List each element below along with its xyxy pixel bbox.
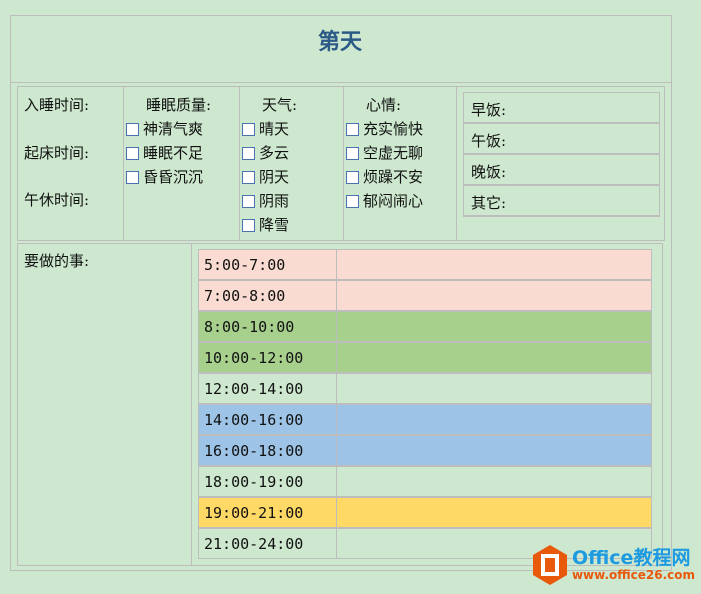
schedule-row[interactable]: 10:00-12:00 xyxy=(198,342,652,373)
weather-label: 天气: xyxy=(262,96,298,114)
meal-row[interactable]: 晚饭: xyxy=(463,154,660,185)
quality-options: 神清气爽睡眠不足昏昏沉沉 xyxy=(126,117,203,189)
weather-option[interactable]: 多云 xyxy=(242,141,289,165)
cell-divider xyxy=(336,405,337,434)
option-label: 昏昏沉沉 xyxy=(143,168,204,186)
weather-option[interactable]: 降雪 xyxy=(242,213,289,237)
mood-option[interactable]: 郁闷闹心 xyxy=(346,189,423,213)
waketime-label: 起床时间: xyxy=(24,144,90,162)
option-label: 阴天 xyxy=(259,168,290,186)
option-label: 神清气爽 xyxy=(143,120,204,138)
todo-label: 要做的事: xyxy=(24,252,90,270)
checkbox[interactable] xyxy=(242,219,255,232)
mood-option[interactable]: 空虚无聊 xyxy=(346,141,423,165)
cell-divider xyxy=(336,312,337,341)
cell-divider xyxy=(336,498,337,527)
option-label: 降雪 xyxy=(259,216,290,234)
watermark: Office教程网 www.office26.com xyxy=(532,544,695,586)
option-label: 郁闷闹心 xyxy=(363,192,424,210)
checkbox[interactable] xyxy=(242,147,255,160)
mood-option[interactable]: 烦躁不安 xyxy=(346,165,423,189)
meal-row[interactable]: 午饭: xyxy=(463,123,660,154)
option-label: 多云 xyxy=(259,144,290,162)
option-label: 晴天 xyxy=(259,120,290,138)
schedule-row[interactable]: 12:00-14:00 xyxy=(198,373,652,404)
checkbox[interactable] xyxy=(126,147,139,160)
time-slot: 12:00-14:00 xyxy=(204,380,304,398)
checkbox[interactable] xyxy=(346,123,359,136)
time-slot: 5:00-7:00 xyxy=(204,256,286,274)
cell-divider xyxy=(336,250,337,279)
page-title: 第天 xyxy=(318,29,363,55)
meal-label: 午饭: xyxy=(471,132,507,150)
option-label: 阴雨 xyxy=(259,192,290,210)
weather-option[interactable]: 阴雨 xyxy=(242,189,289,213)
option-label: 充实愉快 xyxy=(363,120,424,138)
checkbox[interactable] xyxy=(242,195,255,208)
quality-label: 睡眠质量: xyxy=(146,96,212,114)
time-slot: 18:00-19:00 xyxy=(204,473,304,491)
office-logo-icon xyxy=(532,545,567,585)
meal-label: 晚饭: xyxy=(471,163,507,181)
quality-option[interactable]: 睡眠不足 xyxy=(126,141,203,165)
mood-option[interactable]: 充实愉快 xyxy=(346,117,423,141)
cell-divider xyxy=(336,436,337,465)
schedule-row[interactable]: 18:00-19:00 xyxy=(198,466,652,497)
time-slot: 19:00-21:00 xyxy=(204,504,304,522)
weather-options: 晴天多云阴天阴雨降雪 xyxy=(242,117,289,237)
checkbox[interactable] xyxy=(242,171,255,184)
checkbox[interactable] xyxy=(346,171,359,184)
nap-label: 午休时间: xyxy=(24,191,90,209)
quality-option[interactable]: 昏昏沉沉 xyxy=(126,165,203,189)
time-slot: 21:00-24:00 xyxy=(204,535,304,553)
schedule-row[interactable]: 7:00-8:00 xyxy=(198,280,652,311)
time-slot: 10:00-12:00 xyxy=(204,349,304,367)
schedule-row[interactable]: 14:00-16:00 xyxy=(198,404,652,435)
watermark-brand: Office教程网 xyxy=(571,547,691,569)
checkbox[interactable] xyxy=(242,123,255,136)
weather-option[interactable]: 阴天 xyxy=(242,165,289,189)
cell-divider xyxy=(336,343,337,372)
option-label: 空虚无聊 xyxy=(363,144,424,162)
mood-options: 充实愉快空虚无聊烦躁不安郁闷闹心 xyxy=(346,117,423,213)
option-label: 烦躁不安 xyxy=(363,168,424,186)
cell-divider xyxy=(336,281,337,310)
checkbox[interactable] xyxy=(346,195,359,208)
time-slot: 14:00-16:00 xyxy=(204,411,304,429)
schedule-row[interactable]: 16:00-18:00 xyxy=(198,435,652,466)
meal-row[interactable]: 早饭: xyxy=(463,92,660,123)
time-slot: 8:00-10:00 xyxy=(204,318,295,336)
time-slot: 7:00-8:00 xyxy=(204,287,286,305)
bedtime-label: 入睡时间: xyxy=(24,96,90,114)
cell-divider xyxy=(336,374,337,403)
cell-divider xyxy=(336,529,337,558)
cell-divider xyxy=(336,467,337,496)
schedule-row[interactable]: 8:00-10:00 xyxy=(198,311,652,342)
meal-row[interactable]: 其它: xyxy=(463,185,660,216)
quality-option[interactable]: 神清气爽 xyxy=(126,117,203,141)
meal-label: 其它: xyxy=(471,194,507,212)
todo-label-cell xyxy=(17,243,192,566)
checkbox[interactable] xyxy=(126,123,139,136)
schedule-row[interactable]: 19:00-21:00 xyxy=(198,497,652,528)
meal-label: 早饭: xyxy=(471,101,507,119)
checkbox[interactable] xyxy=(346,147,359,160)
schedule-row[interactable]: 5:00-7:00 xyxy=(198,249,652,280)
time-slot: 16:00-18:00 xyxy=(204,442,304,460)
watermark-url: www.office26.com xyxy=(571,568,695,582)
checkbox[interactable] xyxy=(126,171,139,184)
option-label: 睡眠不足 xyxy=(143,144,204,162)
weather-option[interactable]: 晴天 xyxy=(242,117,289,141)
mood-label: 心情: xyxy=(366,96,402,114)
